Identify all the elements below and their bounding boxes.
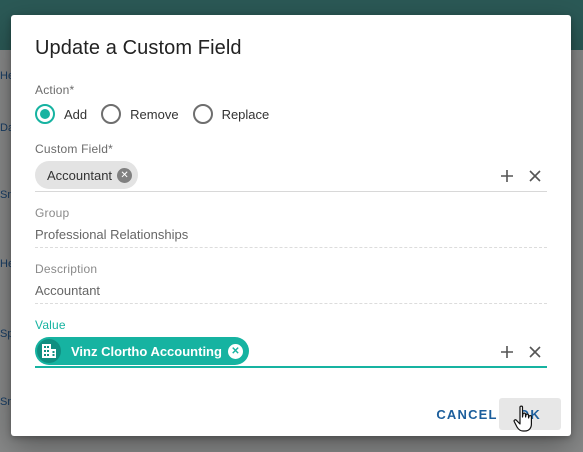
close-icon[interactable] [526,343,544,361]
radio-checked-icon [35,104,55,124]
radio-remove[interactable]: Remove [101,104,179,124]
description-value: Accountant [35,283,101,298]
radio-replace[interactable]: Replace [192,104,270,124]
chip-close-icon[interactable]: ✕ [117,167,133,183]
plus-icon[interactable] [498,343,516,361]
radio-add-label: Add [64,106,88,122]
close-icon[interactable] [526,167,544,185]
group-value: Professional Relationships [35,227,189,242]
description-label: Description [35,262,98,276]
description-field: Accountant [35,279,547,304]
custom-field-label: Custom Field* [35,142,113,156]
custom-field-input[interactable]: Accountant ✕ [35,159,547,192]
chip-close-icon[interactable]: ✕ [227,343,243,359]
update-custom-field-dialog: Update a Custom Field Action* Add Remove… [11,15,571,436]
building-icon [37,339,61,363]
plus-icon[interactable] [498,167,516,185]
value-input[interactable]: Vinz Clortho Accounting ✕ [35,335,547,368]
radio-unchecked-icon [192,104,213,124]
value-label: Value [35,318,66,332]
custom-field-chip[interactable]: Accountant ✕ [35,161,139,189]
action-radio-group: Add Remove Replace [35,104,283,124]
ok-button[interactable]: OK [499,398,561,430]
radio-unchecked-icon [101,104,122,124]
value-chip-label: Vinz Clortho Accounting [71,343,222,359]
radio-add[interactable]: Add [35,104,87,124]
radio-replace-label: Replace [221,106,270,122]
group-label: Group [35,206,70,220]
radio-remove-label: Remove [130,106,179,122]
dialog-title: Update a Custom Field [35,37,242,59]
custom-field-chip-label: Accountant [47,167,113,183]
value-chip[interactable]: Vinz Clortho Accounting ✕ [35,337,249,365]
action-label: Action* [35,83,75,97]
group-field: Professional Relationships [35,223,547,248]
